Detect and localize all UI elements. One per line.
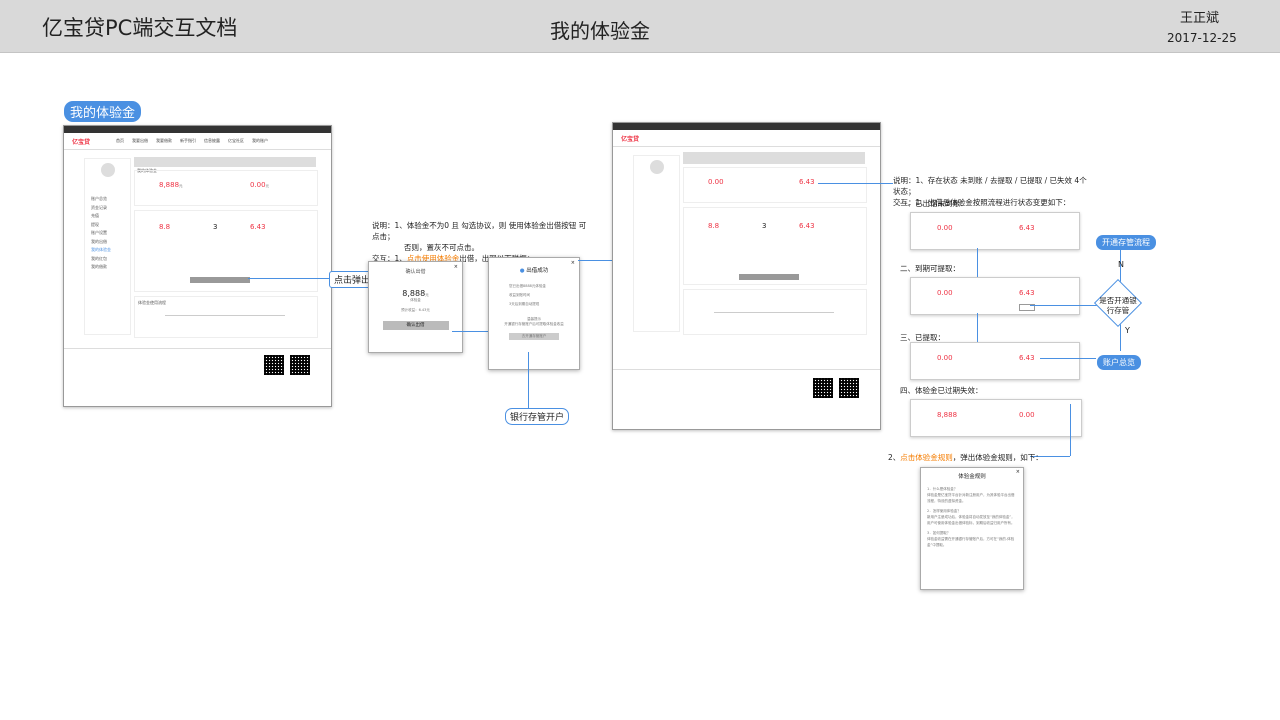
mock-nav-item[interactable]: 首页 bbox=[116, 138, 124, 144]
gold-amount: 0.00 bbox=[708, 178, 724, 186]
open-custody-button[interactable]: 去开通存管账户 bbox=[509, 333, 559, 340]
sidebar-item[interactable]: 我的借款 bbox=[91, 263, 130, 272]
product-rate: 8.8 bbox=[708, 222, 720, 230]
note-line: 说明：1、存在状态 未到账 / 去提取 / 已提取 / 已失效 4个状态； bbox=[893, 176, 1087, 196]
panel-header bbox=[683, 152, 865, 164]
bank-custody-label: 银行存管开户 bbox=[505, 408, 570, 425]
sidebar-item[interactable]: 资金记录 bbox=[91, 204, 130, 213]
sidebar-item[interactable]: 我的体验金 bbox=[91, 246, 130, 255]
sidebar-item[interactable]: 我的红包 bbox=[91, 255, 130, 264]
use-gold-button[interactable] bbox=[739, 274, 799, 280]
sidebar-item[interactable]: 提现 bbox=[91, 221, 130, 230]
success-step: 收益到账时间 bbox=[509, 293, 530, 297]
sidebar-item[interactable]: 充值 bbox=[91, 212, 130, 221]
panel-header: 我的体验金 bbox=[134, 157, 316, 173]
mock-nav-item[interactable]: 我要借款 bbox=[156, 138, 172, 144]
state-card-withdrawn: 0.00 6.43 bbox=[910, 342, 1080, 380]
confirm-dialog: 确认出借 × 8,888元 体验金 预计收益：6.43元 确认出借 bbox=[368, 261, 463, 353]
rules-dialog: 体验金规则 × 1．什么是体验金？ 体验金是亿宝贷平台针对新注册用户，为其体验平… bbox=[920, 467, 1024, 590]
gold-earning: 6.43 bbox=[799, 178, 815, 186]
product-days: 3 bbox=[213, 223, 218, 231]
product-earn: 6.43 bbox=[250, 223, 266, 231]
close-icon[interactable]: × bbox=[571, 260, 575, 266]
flow-yes: Y bbox=[1125, 326, 1130, 335]
connector-line bbox=[452, 331, 488, 332]
success-dialog: ● 出借成功 × 您已出借8888元体验金 收益到账时间 3天后到期自动提现 温… bbox=[488, 257, 580, 370]
mock-sidebar bbox=[633, 155, 680, 332]
mock-footer bbox=[64, 348, 331, 406]
mock-nav-item[interactable]: 信息披露 bbox=[204, 138, 220, 144]
state-card-expired: 8,888 0.00 bbox=[910, 399, 1082, 437]
sidebar-item[interactable]: 账户总览 bbox=[91, 195, 130, 204]
state-label: 四、体验金已过期失效： bbox=[900, 386, 983, 395]
product-earn: 6.43 bbox=[799, 222, 815, 230]
product-rate: 8.8 bbox=[159, 223, 171, 231]
mock-topbar bbox=[64, 126, 331, 133]
dialog-title: 体验金规则 bbox=[958, 474, 986, 480]
mock-sidebar: 账户总览 资金记录 充值 提现 账户设置 我的出借 我的体验金 我的红包 我的借… bbox=[84, 158, 131, 335]
experience-product: 8.8 3 6.43 bbox=[134, 210, 318, 292]
flow-no: N bbox=[1118, 260, 1124, 269]
success-msg: 开通银行存管账户后可提取体验金收益 bbox=[504, 322, 564, 326]
avatar bbox=[100, 163, 115, 177]
note-line: 否则，置灰不可点击。 bbox=[404, 243, 479, 252]
doc-date: 2017-12-25 bbox=[1167, 31, 1237, 45]
confirm-button[interactable]: 确认出借 bbox=[382, 321, 449, 330]
note-line: 说明：1、体验金不为0 且 勾选协议，则 使用体验金出借按钮 可点击； bbox=[372, 221, 587, 241]
page-title: 我的体验金 bbox=[550, 19, 650, 43]
decision-text: 是否开通银行存管 bbox=[1099, 296, 1137, 315]
mock-nav-item[interactable]: 我要出借 bbox=[132, 138, 148, 144]
connector-line bbox=[578, 260, 612, 261]
product-days: 3 bbox=[762, 222, 767, 230]
gold-flow: 体验金使用流程 bbox=[134, 296, 318, 338]
check-icon: ● bbox=[519, 268, 525, 274]
state-label: 二、到期可提取： bbox=[900, 264, 960, 273]
flow-title: 体验金使用流程 bbox=[138, 300, 166, 305]
state-card-pending: 0.00 6.43 bbox=[910, 212, 1080, 250]
mock-footer bbox=[613, 369, 880, 429]
dialog-title: 出借成功 bbox=[526, 268, 549, 274]
rules-link[interactable]: 点击体验金规则 bbox=[900, 453, 953, 462]
close-icon[interactable]: × bbox=[454, 264, 458, 270]
connector-line bbox=[818, 183, 893, 184]
success-step: 3天后到期自动提现 bbox=[509, 302, 540, 306]
mock-logo: 亿宝贷 bbox=[621, 135, 640, 143]
confirm-note: 预计收益：6.43元 bbox=[401, 308, 430, 312]
author-name: 王正斌 bbox=[1180, 11, 1220, 26]
mock-nav: 亿宝贷 首页 我要出借 我要借款 新手指引 信息披露 亿宝社区 我的账户 bbox=[64, 133, 331, 150]
open-custody-flow: 开通存管流程 bbox=[1096, 235, 1156, 250]
confirm-amount: 8,888 bbox=[402, 289, 426, 298]
doc-title: 亿宝贷PC端交互文档 bbox=[42, 16, 238, 40]
section-badge: 我的体验金 bbox=[64, 101, 142, 122]
connector-line bbox=[248, 278, 330, 279]
connector-line bbox=[528, 352, 529, 408]
success-step: 您已出借8888元体验金 bbox=[509, 284, 546, 288]
sidebar-item[interactable]: 账户设置 bbox=[91, 229, 130, 238]
mock-nav-item[interactable]: 亿宝社区 bbox=[228, 138, 244, 144]
gold-amount: 8,888 bbox=[159, 181, 180, 189]
dialog-title: 确认出借 bbox=[405, 269, 426, 275]
sidebar-item[interactable]: 我的出借 bbox=[91, 238, 130, 247]
mock-logo: 亿宝贷 bbox=[72, 138, 91, 146]
gold-summary: 8,888元 0.00元 bbox=[134, 170, 318, 206]
mock-nav-item[interactable]: 新手指引 bbox=[180, 138, 196, 144]
state-label: 一、已出借未到账： bbox=[900, 199, 968, 208]
confirm-sub: 体验金 bbox=[410, 298, 421, 302]
mock-nav-item[interactable]: 我的账户 bbox=[252, 138, 268, 144]
account-overview-flow: 账户总览 bbox=[1097, 355, 1141, 370]
note-rules: 2、点击体验金规则，弹出体验金规则，如下： bbox=[888, 453, 1043, 462]
close-icon[interactable]: × bbox=[1016, 469, 1020, 475]
use-gold-button[interactable] bbox=[190, 277, 250, 283]
screen-my-experience-gold: 亿宝贷 首页 我要出借 我要借款 新手指引 信息披露 亿宝社区 我的账户 账户总… bbox=[63, 125, 332, 407]
screen-after-invest: 亿宝贷 0.00 6.43 8.8 3 6.43 bbox=[612, 122, 881, 430]
avatar bbox=[649, 160, 664, 174]
gold-earning: 0.00 bbox=[250, 181, 266, 189]
state-card-withdrawable: 0.00 6.43 bbox=[910, 277, 1080, 315]
